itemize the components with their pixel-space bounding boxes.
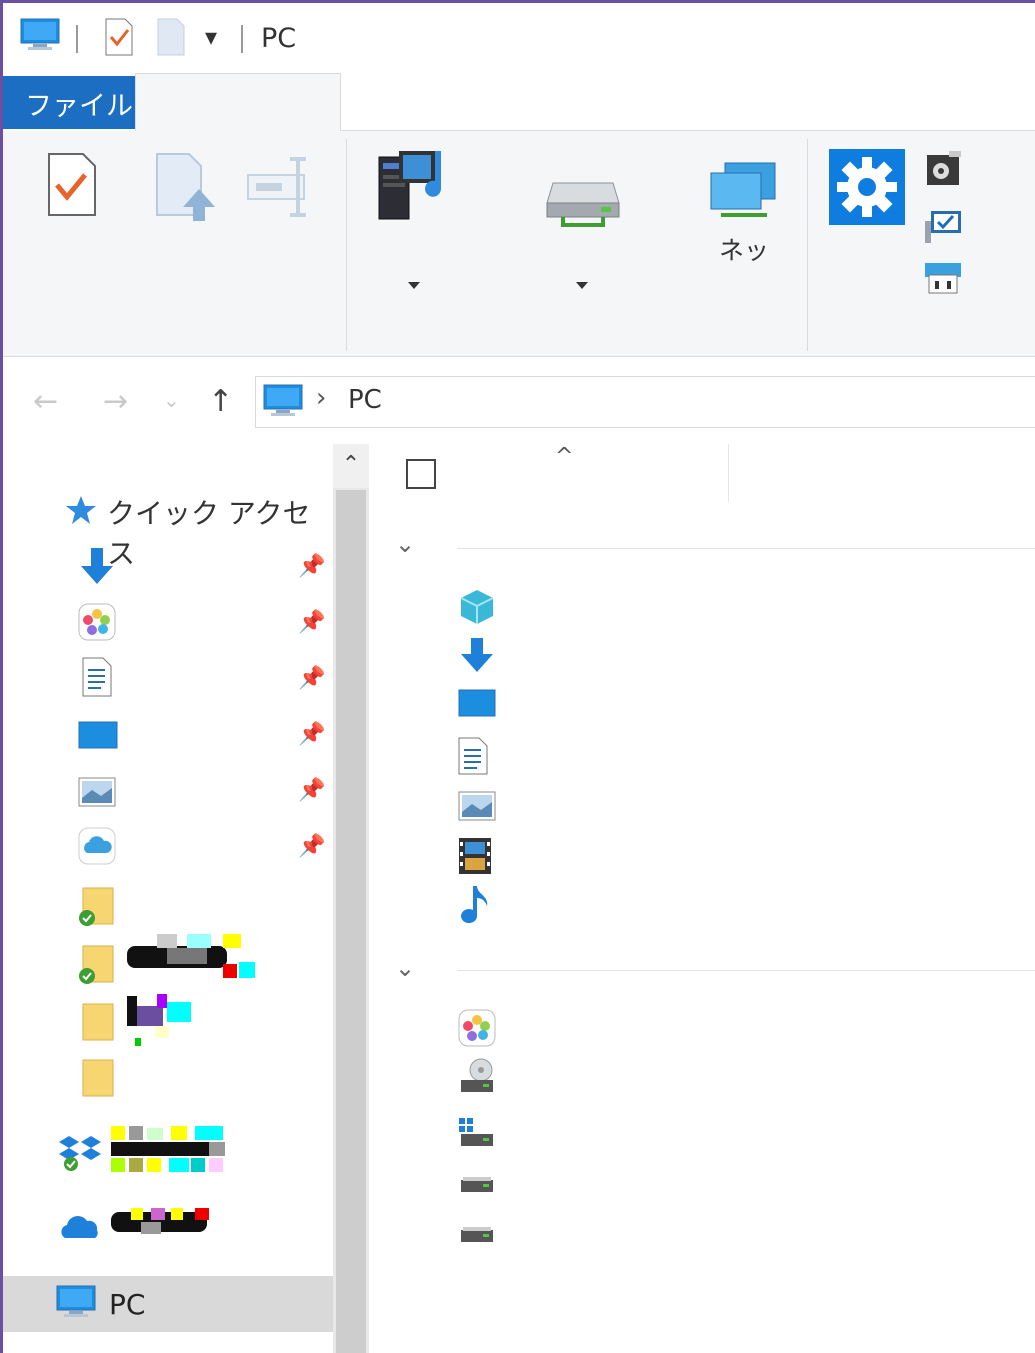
windows-drive-icon[interactable] xyxy=(457,1114,497,1154)
network-label: ネッ xyxy=(719,236,770,265)
column-separator[interactable] xyxy=(728,444,729,502)
breadcrumb-separator[interactable]: › xyxy=(316,383,326,413)
desktop-icon[interactable] xyxy=(457,688,497,728)
icloud-photos-icon[interactable] xyxy=(457,1008,497,1048)
properties-icon[interactable] xyxy=(45,151,99,223)
content-pane: ^ ⌄ ⌄ xyxy=(369,444,1035,1353)
documents-icon xyxy=(81,656,113,702)
up-button[interactable]: ↑ xyxy=(208,384,233,419)
downloads-icon xyxy=(77,546,117,592)
quick-access-item-icloud[interactable]: 📌 xyxy=(3,820,333,876)
dropbox-icon xyxy=(59,1132,101,1176)
computer-icon xyxy=(55,1284,97,1324)
new-folder-icon[interactable] xyxy=(155,17,187,61)
network-location-icon[interactable] xyxy=(707,159,779,225)
breadcrumb[interactable]: PC xyxy=(348,385,382,415)
navigation-pane: クイック アクセス 📌 📌 📌 📌 📌 📌 PC xyxy=(3,444,333,1353)
ribbon: ネッ xyxy=(3,131,1035,357)
sidebar-item-dropbox[interactable] xyxy=(3,1126,333,1182)
map-drive-icon[interactable] xyxy=(543,173,623,231)
quick-access-item-folder[interactable] xyxy=(3,934,333,990)
quick-access-item-folder[interactable] xyxy=(3,876,333,932)
icloud-icon xyxy=(77,826,117,870)
music-icon[interactable] xyxy=(457,884,497,924)
quick-access-item-downloads[interactable]: 📌 xyxy=(3,540,333,596)
tab-file[interactable]: ファイル xyxy=(3,76,135,129)
sort-indicator[interactable]: ^ xyxy=(555,444,573,469)
dvd-drive-icon[interactable] xyxy=(457,1056,497,1096)
drive-icon[interactable] xyxy=(457,1224,497,1264)
group-collapse-button[interactable]: ⌄ xyxy=(395,954,415,982)
redacted-label xyxy=(127,992,197,1056)
quick-access-item-folder[interactable] xyxy=(3,992,333,1048)
select-all-checkbox[interactable] xyxy=(406,459,436,489)
back-button[interactable]: ← xyxy=(33,384,58,419)
pin-icon[interactable]: 📌 xyxy=(298,722,325,747)
title-bar: ▾ PC xyxy=(3,3,1035,73)
videos-icon[interactable] xyxy=(457,836,497,876)
redacted-label xyxy=(111,1208,211,1240)
sidebar-item-onedrive[interactable] xyxy=(3,1200,333,1256)
ribbon-tabs: ファイル xyxy=(3,73,1035,131)
computer-icon xyxy=(262,383,304,423)
pin-icon[interactable]: 📌 xyxy=(298,778,325,803)
manage-icon[interactable] xyxy=(923,259,963,303)
pictures-icon xyxy=(77,776,117,812)
quick-access-star-icon xyxy=(63,494,99,530)
scroll-up-button[interactable]: ⌃ xyxy=(333,444,369,488)
documents-icon[interactable] xyxy=(457,736,497,776)
uninstall-icon[interactable] xyxy=(923,149,963,193)
group-divider xyxy=(457,548,1035,549)
ribbon-group-separator xyxy=(346,139,347,351)
forward-button[interactable]: → xyxy=(103,384,128,419)
quick-access-item-documents[interactable]: 📌 xyxy=(3,652,333,708)
redacted-label xyxy=(111,1126,227,1178)
desktop-icon xyxy=(77,720,119,756)
system-properties-icon[interactable] xyxy=(923,207,963,249)
sidebar-item-label: PC xyxy=(109,1288,146,1321)
folder-icon xyxy=(81,1002,115,1046)
sidebar-item-pc[interactable]: PC xyxy=(3,1276,333,1332)
customize-toolbar-button[interactable]: ▾ xyxy=(205,23,217,51)
drive-icon[interactable] xyxy=(457,1174,497,1214)
recent-locations-button[interactable]: ⌄ xyxy=(163,388,180,412)
pin-icon[interactable]: 📌 xyxy=(298,834,325,859)
media-access-icon[interactable] xyxy=(375,145,455,229)
quick-access-item-folder[interactable] xyxy=(3,1052,333,1108)
quick-access-item-desktop[interactable]: 📌 xyxy=(3,708,333,764)
downloads-icon[interactable] xyxy=(457,636,497,676)
onedrive-icon xyxy=(59,1210,101,1246)
address-bar[interactable]: › PC xyxy=(255,376,1035,428)
folder-synced-icon xyxy=(77,944,117,990)
quick-access-item-pictures[interactable]: 📌 xyxy=(3,764,333,820)
ribbon-group-separator xyxy=(807,139,808,351)
group-collapse-button[interactable]: ⌄ xyxy=(395,530,415,558)
map-drive-dropdown[interactable] xyxy=(576,282,588,289)
media-access-dropdown[interactable] xyxy=(408,282,420,289)
scroll-thumb[interactable] xyxy=(336,490,366,1353)
navigation-bar: ← → ⌄ ↑ › PC xyxy=(3,358,1035,444)
pin-icon[interactable]: 📌 xyxy=(298,666,325,691)
quick-access-item-photos[interactable]: 📌 xyxy=(3,596,333,652)
window-title: PC xyxy=(261,23,297,54)
redacted-label xyxy=(127,934,257,984)
computer-icon xyxy=(19,17,61,57)
pin-icon[interactable]: 📌 xyxy=(298,554,325,579)
pictures-icon[interactable] xyxy=(457,790,497,830)
tab-computer[interactable] xyxy=(135,73,341,131)
group-divider xyxy=(457,970,1035,971)
navigation-pane-scrollbar[interactable]: ⌃ xyxy=(333,444,369,1353)
rename-icon[interactable] xyxy=(246,155,316,223)
settings-icon[interactable] xyxy=(829,149,905,229)
properties-icon[interactable] xyxy=(103,17,135,61)
folder-icon xyxy=(81,1058,115,1102)
pin-icon[interactable]: 📌 xyxy=(298,610,325,635)
photos-icon xyxy=(77,602,117,646)
open-icon[interactable] xyxy=(153,151,223,227)
3d-objects-icon[interactable] xyxy=(457,588,497,628)
folder-synced-icon xyxy=(77,886,117,932)
